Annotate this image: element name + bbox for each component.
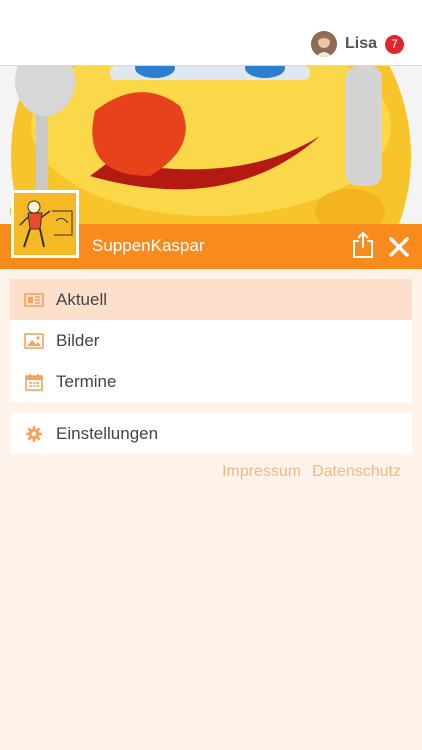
menu-item-label: Einstellungen: [56, 423, 159, 443]
menu-item-label: Aktuell: [56, 289, 108, 309]
menu-item-termine[interactable]: Termine: [10, 361, 412, 402]
menu-item-label: Termine: [56, 371, 117, 391]
calendar-icon: [24, 372, 44, 392]
datenschutz-link[interactable]: Datenschutz: [312, 463, 401, 481]
menu-item-aktuell[interactable]: Aktuell: [10, 279, 412, 320]
top-bar: Lisa 7: [0, 0, 422, 66]
impressum-link[interactable]: Impressum: [222, 463, 301, 481]
share-icon[interactable]: [350, 231, 376, 259]
user-menu[interactable]: Lisa 7: [310, 29, 404, 59]
footer-links: Impressum Datenschutz: [222, 463, 401, 481]
news-icon: [24, 290, 44, 310]
menu-item-einstellungen[interactable]: Einstellungen: [10, 413, 412, 454]
avatar[interactable]: [310, 31, 337, 57]
club-logo: [11, 190, 79, 258]
notification-badge[interactable]: 7: [385, 34, 404, 54]
main-menu: Aktuell Bilder Termine: [10, 279, 412, 402]
settings-menu: Einstellungen: [10, 413, 412, 454]
close-icon[interactable]: [387, 235, 411, 259]
image-icon: [24, 331, 44, 351]
menu-item-label: Bilder: [56, 330, 100, 350]
gear-icon: [24, 424, 44, 444]
username[interactable]: Lisa: [345, 35, 377, 53]
menu-item-bilder[interactable]: Bilder: [10, 320, 412, 361]
club-name: SuppenKaspar: [92, 236, 205, 255]
